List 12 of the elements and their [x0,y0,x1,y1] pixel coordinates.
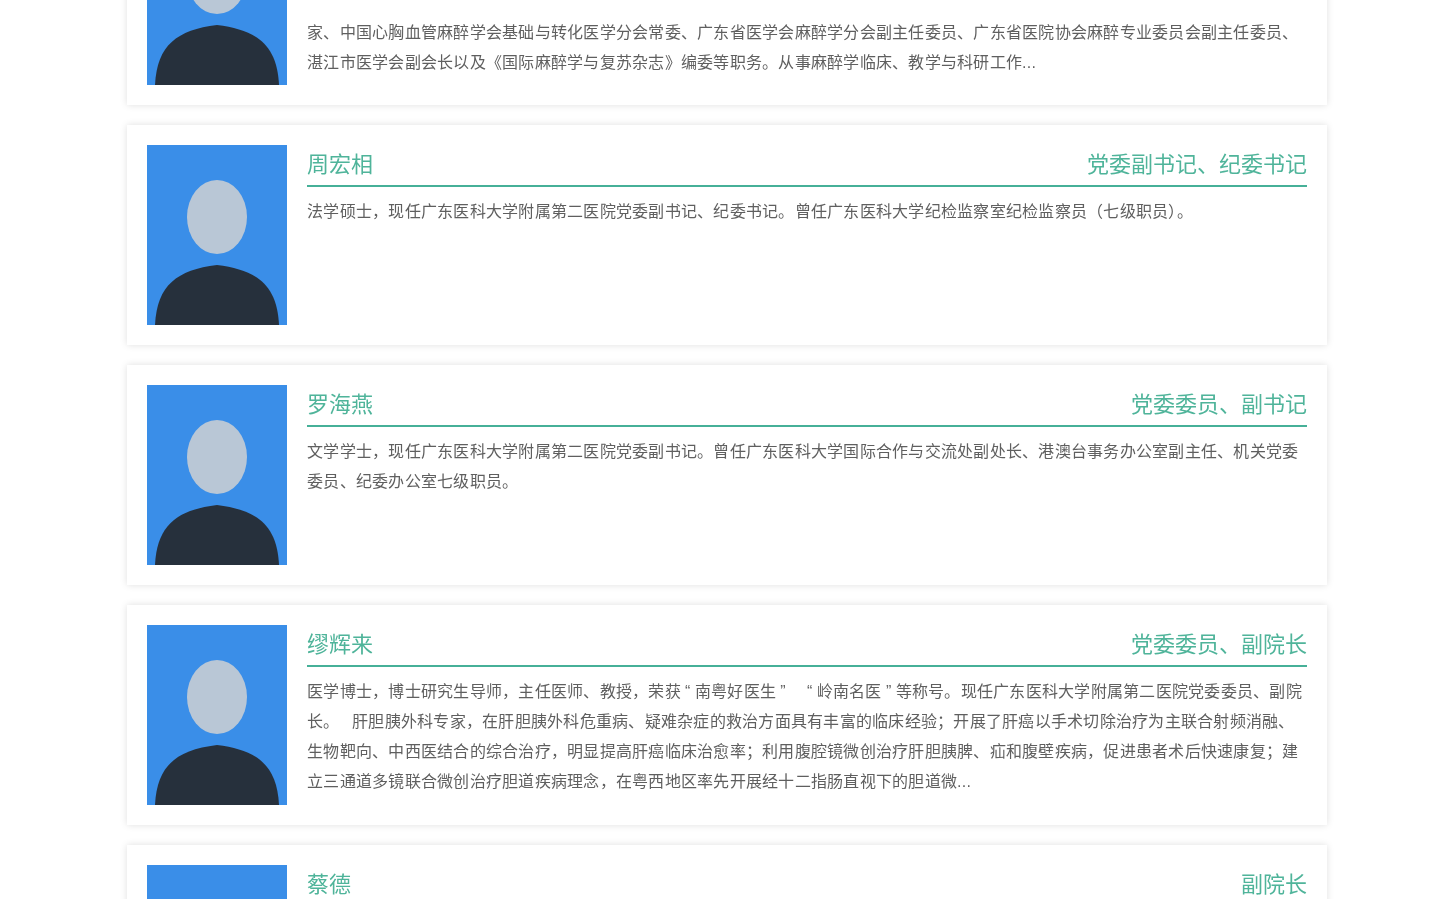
biography-text: 法学硕士，现任广东医科大学附属第二医院党委副书记、纪委书记。曾任广东医科大学纪检监察室纪检监察员（七级职员）。 [307,202,1194,222]
biography-text: 家、中国心胸血管麻醉学会基础与转化医学分会常委、广东省医学会麻醉学分会副主任委员、广东省医院协会麻醉专业委员会副主任委员、湛江市医学会副会长以及《国际麻醉学与复苏杂志》编委等职务。从事麻醉学临床、教学与科研工作... [307,23,1300,73]
job-title: 党委委员、副院长 [1131,631,1307,659]
person-name: 缪辉来 [307,631,373,659]
job-title: 副院长 [1241,871,1307,899]
biography-text: 医学博士，博士研究生导师，主任医师、教授，荣获“南粤好医生” “岭南名医”等称号。现任广东医科大学附属第二医院党委委员、副院长。 肝胆胰外科专家，在肝胆胰外科危重病、疑难杂症的救治方面具有丰富的临床经验；开展了肝癌以手术切除治疗为主联合射频消融、生物靶向、中西医结合的综合治疗，明显提高肝癌临床治愈率；利用腹腔镜微创治疗肝胆胰脾、疝和腹壁疾病，促进患者术后快速康复；建立三通道多镜联合微创治疗胆道疾病理念，在粤西地区率先开展经十二指肠直视下的胆道微... [307,682,1303,792]
biography-text: 文学学士，现任广东医科大学附属第二医院党委副书记。曾任广东医科大学国际合作与交流处副处长、港澳台事务办公室副主任、机关党委委员、纪委办公室七级职员。 [307,442,1300,492]
job-title: 党委副书记、纪委书记 [1087,151,1307,179]
person-name: 蔡德 [307,871,351,899]
person-name: 罗海燕 [307,391,373,419]
person-name: 周宏相 [307,151,373,179]
job-title: 党委委员、副书记 [1131,391,1307,419]
